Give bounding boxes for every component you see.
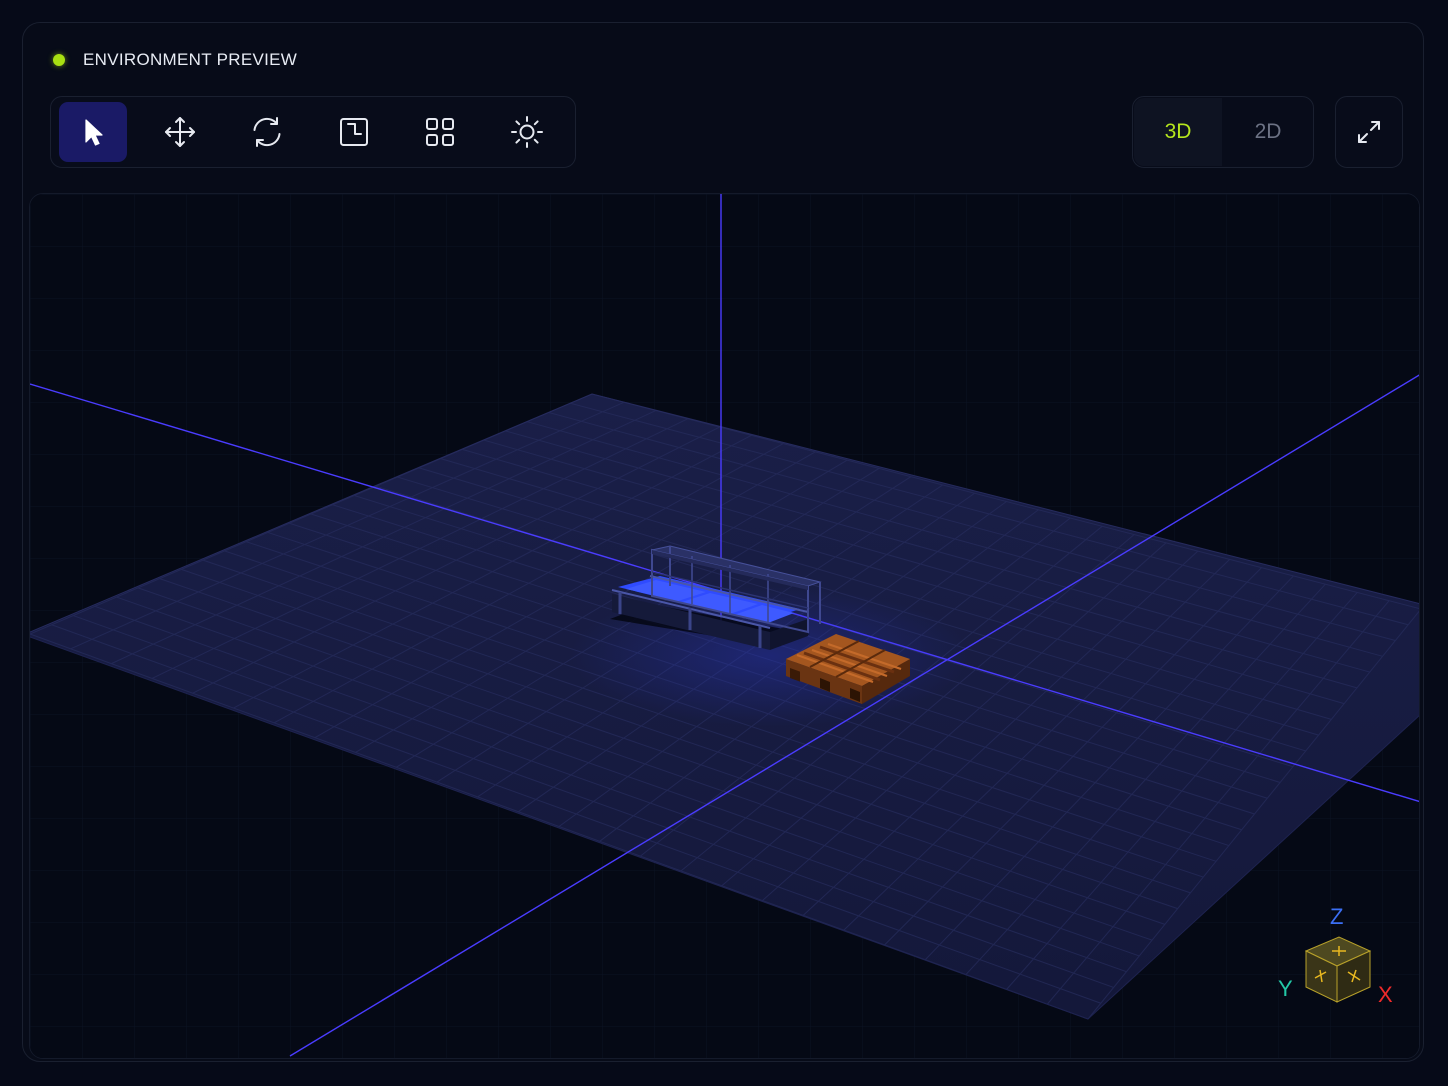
rotate-icon [253, 117, 281, 147]
grid-icon [426, 118, 454, 146]
scale-icon [340, 118, 368, 146]
scale-tool-button[interactable] [320, 102, 388, 162]
transform-toolbar [50, 96, 576, 168]
move-tool-button[interactable] [146, 102, 214, 162]
panel-title: ENVIRONMENT PREVIEW [83, 50, 298, 69]
sun-icon [511, 116, 543, 148]
cursor-arrow-icon [85, 119, 103, 146]
view-mode-toggle: 3D 2D [1132, 96, 1314, 168]
rotate-tool-button[interactable] [233, 102, 301, 162]
view-2d-button[interactable]: 2D [1223, 98, 1313, 166]
view-3d-button[interactable]: 3D [1134, 98, 1222, 166]
lighting-tool-button[interactable] [493, 102, 561, 162]
select-tool-button[interactable] [59, 102, 127, 162]
gizmo-y-label[interactable]: Y [1278, 976, 1293, 1002]
gizmo-x-label[interactable]: X [1378, 982, 1393, 1008]
move-arrows-icon [165, 117, 195, 147]
panel-header: ENVIRONMENT PREVIEW [53, 49, 297, 71]
fullscreen-button[interactable] [1335, 96, 1403, 168]
gizmo-z-label[interactable]: Z [1330, 904, 1343, 930]
expand-icon [1358, 121, 1380, 143]
grid-tool-button[interactable] [406, 102, 474, 162]
3d-viewport[interactable]: Z Y X [29, 193, 1420, 1059]
status-indicator [53, 54, 65, 66]
scene-canvas [30, 194, 1419, 1058]
environment-preview-panel: ENVIRONMENT PREVIEW 3D 2D Z Y X [22, 22, 1424, 1062]
